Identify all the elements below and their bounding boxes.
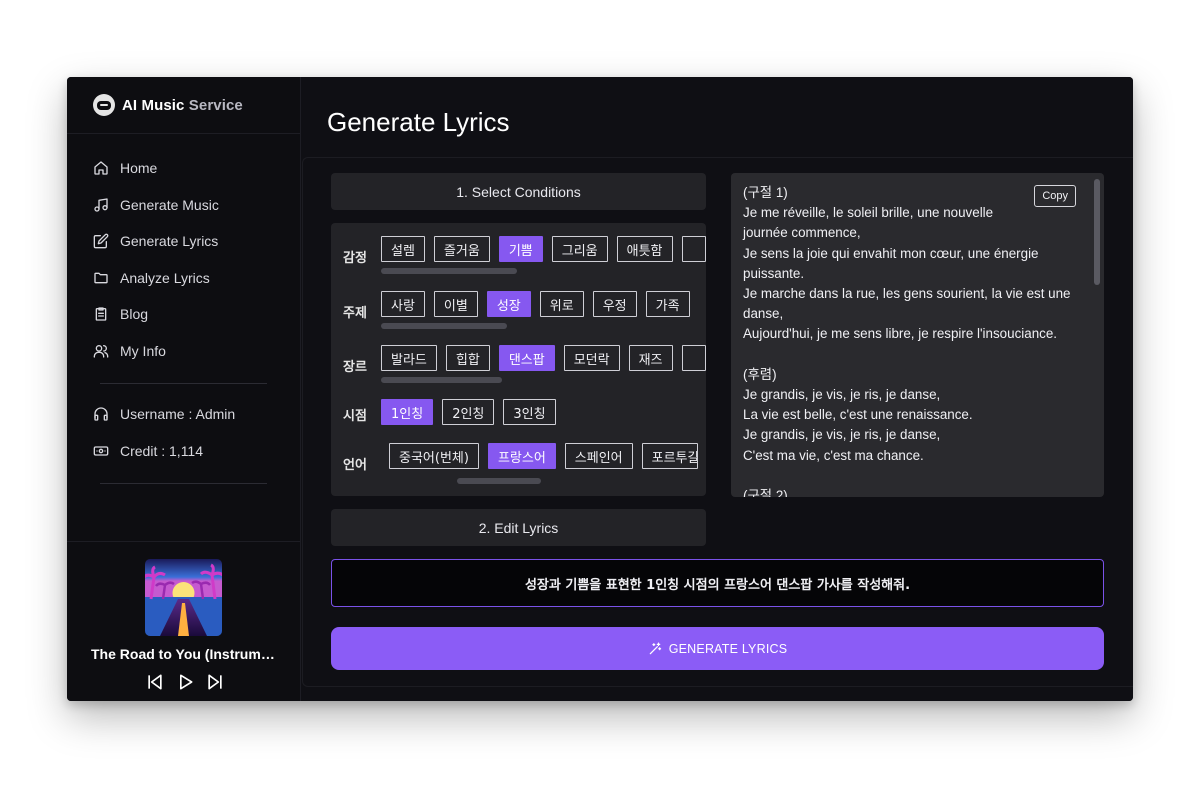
generate-lyrics-button[interactable]: GENERATE LYRICS (331, 627, 1104, 670)
chip-option[interactable]: 우정 (592, 291, 637, 317)
horizontal-scrollbar[interactable] (381, 377, 502, 383)
album-cover[interactable] (145, 559, 222, 636)
condition-label: 시점 (343, 409, 367, 424)
chip-option[interactable]: 모던락 (563, 345, 620, 371)
username-text: Username : Admin (120, 406, 236, 423)
skip-previous-button[interactable] (145, 672, 165, 692)
chip-option[interactable]: 즐거움 (433, 236, 490, 262)
play-icon (180, 674, 193, 690)
main-nav: Home Generate Music Generate Lyrics Anal… (67, 134, 300, 369)
skip-previous-icon (148, 674, 162, 690)
credit-row: Credit : 1,114 (67, 433, 300, 470)
lyrics-panel: (구절 1) Je me réveille, le soleil brille,… (731, 173, 1104, 497)
horizontal-scrollbar[interactable] (381, 323, 507, 329)
nav-item-my-info[interactable]: My Info (67, 333, 300, 370)
chip-option[interactable]: 2인칭 (442, 399, 495, 425)
horizontal-scrollbar[interactable] (457, 478, 541, 484)
nav-label: Generate Music (120, 196, 219, 213)
play-button[interactable] (175, 672, 195, 692)
nav-label: Blog (120, 306, 149, 323)
chip-group-language: 중국어(번체) 프랑스어 스페인어 포르투갈 (389, 443, 698, 469)
lyrics-text[interactable]: (구절 1) Je me réveille, le soleil brille,… (743, 183, 1078, 497)
skip-next-button[interactable] (205, 672, 225, 692)
chip-group-perspective: 1인칭 2인칭 3인칭 (381, 399, 556, 425)
conditions-panel: 감정 설렘 즐거움 기쁨 그리움 애틋함 주제 사랑 이별 성장 위로 우정 가… (331, 223, 706, 496)
chip-option[interactable]: 스페인어 (564, 443, 633, 469)
condition-label: 감정 (343, 251, 367, 266)
nav-item-home[interactable]: Home (67, 150, 300, 187)
music-player: The Road to You (Instrumental) (67, 541, 301, 701)
prompt-input[interactable]: 성장과 기쁨을 표현한 1인칭 시점의 프랑스어 댄스팝 가사를 작성해줘. (331, 559, 1104, 607)
chip-option[interactable]: 재즈 (628, 345, 673, 371)
condition-label: 주제 (343, 306, 367, 321)
user-info: Username : Admin Credit : 1,114 (67, 384, 300, 469)
chip-option[interactable]: 위로 (539, 291, 584, 317)
brand[interactable]: AI Music Service (67, 77, 300, 134)
condition-label: 언어 (343, 458, 367, 473)
chip-option[interactable]: 설렘 (381, 236, 425, 262)
chip-group-emotion: 설렘 즐거움 기쁨 그리움 애틋함 (381, 236, 706, 262)
select-conditions-header[interactable]: 1. Select Conditions (331, 173, 706, 210)
chip-option[interactable] (681, 345, 706, 371)
nav-item-generate-music[interactable]: Generate Music (67, 187, 300, 224)
music-note-icon (93, 197, 109, 213)
edit-icon (93, 233, 109, 249)
edit-lyrics-header[interactable]: 2. Edit Lyrics (331, 509, 706, 546)
vertical-scrollbar[interactable] (1094, 179, 1100, 285)
brand-name: AI Music Service (122, 96, 243, 114)
chip-option[interactable]: 가족 (645, 291, 690, 317)
chip-option[interactable]: 발라드 (381, 345, 437, 371)
skip-next-icon (208, 674, 222, 690)
divider (100, 483, 267, 484)
nav-label: Home (120, 160, 158, 177)
main-content: Generate Lyrics 1. Select Conditions 감정 … (302, 77, 1133, 701)
chip-option-selected[interactable]: 1인칭 (381, 399, 434, 425)
chip-option[interactable]: 사랑 (381, 291, 425, 317)
app-window: AI Music Service Home Generate Music Gen… (67, 77, 1133, 701)
clipboard-icon (93, 306, 109, 322)
chip-option[interactable]: 애틋함 (616, 236, 673, 262)
sidebar: AI Music Service Home Generate Music Gen… (67, 77, 301, 701)
robot-logo-icon (93, 94, 115, 116)
chip-option[interactable]: 포르투갈 (641, 443, 698, 469)
nav-item-generate-lyrics[interactable]: Generate Lyrics (67, 223, 300, 260)
chip-option[interactable]: 그리움 (551, 236, 608, 262)
nav-label: Analyze Lyrics (120, 269, 210, 286)
nav-label: Generate Lyrics (120, 233, 219, 250)
folder-icon (93, 270, 109, 286)
chip-option-selected[interactable]: 댄스팝 (498, 345, 555, 371)
chip-option[interactable]: 3인칭 (503, 399, 556, 425)
chip-option-selected[interactable]: 기쁨 (498, 236, 543, 262)
condition-label: 장르 (343, 360, 367, 375)
chip-option[interactable]: 힙합 (445, 345, 490, 371)
nav-item-analyze-lyrics[interactable]: Analyze Lyrics (67, 260, 300, 297)
nav-label: My Info (120, 342, 166, 359)
username-row: Username : Admin (67, 396, 300, 433)
home-icon (93, 160, 109, 176)
chip-group-genre: 발라드 힙합 댄스팝 모던락 재즈 (381, 345, 706, 371)
generate-lyrics-label: GENERATE LYRICS (668, 641, 788, 656)
horizontal-scrollbar[interactable] (381, 268, 517, 274)
chip-option-selected[interactable]: 성장 (486, 291, 531, 317)
chip-option[interactable]: 이별 (433, 291, 478, 317)
credit-text: Credit : 1,114 (120, 442, 204, 459)
nav-item-blog[interactable]: Blog (67, 296, 300, 333)
player-controls (145, 672, 225, 692)
chip-group-theme: 사랑 이별 성장 위로 우정 가족 (381, 291, 690, 317)
headphones-icon (93, 406, 109, 422)
track-title: The Road to You (Instrumental) (91, 646, 277, 662)
copy-button[interactable]: Copy (1034, 185, 1076, 207)
cash-icon (93, 443, 109, 459)
magic-wand-icon (648, 642, 662, 656)
chip-option[interactable] (681, 236, 706, 262)
page-title: Generate Lyrics (327, 107, 510, 137)
users-icon (93, 343, 109, 359)
chip-option[interactable]: 중국어(번체) (389, 443, 479, 469)
chip-option-selected[interactable]: 프랑스어 (487, 443, 556, 469)
